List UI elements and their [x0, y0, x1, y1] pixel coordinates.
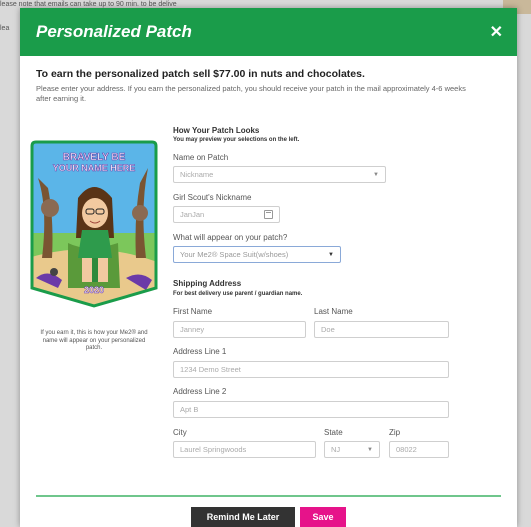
appearance-value: Your Me2® Space Suit(w/shoes) — [180, 250, 289, 259]
address2-value: Apt B — [180, 405, 199, 414]
name-on-patch-select[interactable]: Nickname ▼ — [173, 166, 386, 183]
modal-header: Personalized Patch ✕ — [20, 8, 517, 56]
city-input[interactable]: Laurel Springwoods — [173, 441, 316, 458]
first-name-label: First Name — [173, 307, 213, 316]
personalized-patch-modal: Personalized Patch ✕ To earn the persona… — [20, 8, 517, 527]
appearance-label: What will appear on your patch? — [173, 233, 288, 242]
nickname-value: JanJan — [180, 210, 205, 219]
name-on-patch-value: Nickname — [180, 170, 214, 179]
close-icon[interactable]: ✕ — [490, 22, 503, 42]
modal-title: Personalized Patch — [36, 22, 192, 41]
last-name-value: Doe — [321, 325, 335, 334]
last-name-label: Last Name — [314, 307, 353, 316]
address2-input[interactable]: Apt B — [173, 401, 449, 418]
patch-illustration: BRAVELY BE YOUR NAME HERE 2020 — [30, 140, 158, 308]
background-notice-line-2: lea — [0, 25, 10, 32]
nickname-label: Girl Scout's Nickname — [173, 193, 252, 202]
appearance-select[interactable]: Your Me2® Space Suit(w/shoes) ▼ — [173, 246, 341, 263]
patch-preview-image: BRAVELY BE YOUR NAME HERE 2020 — [28, 138, 160, 310]
intro-headline: To earn the personalized patch sell $77.… — [36, 68, 365, 80]
nickname-input[interactable]: JanJan — [173, 206, 280, 223]
background-notice-line: lease note that emails can take up to 90… — [0, 1, 177, 8]
name-on-patch-label: Name on Patch — [173, 153, 229, 162]
footer-divider — [36, 495, 501, 497]
zip-label: Zip — [389, 428, 401, 437]
patch-form: How Your Patch Looks You may preview you… — [173, 126, 473, 458]
patch-preview-panel: BRAVELY BE YOUR NAME HERE 2020 If you ea… — [26, 138, 162, 353]
chevron-down-icon: ▼ — [328, 251, 334, 258]
city-label: City — [173, 428, 187, 437]
save-button[interactable]: Save — [300, 507, 346, 527]
address1-label: Address Line 1 — [173, 347, 227, 356]
state-label: State — [324, 428, 343, 437]
state-select[interactable]: NJ ▼ — [324, 441, 380, 458]
patch-top-line2: YOUR NAME HERE — [53, 163, 136, 173]
shipping-title: Shipping Address — [173, 279, 242, 288]
chevron-down-icon: ▼ — [373, 171, 379, 178]
patch-caption: If you earn it, this is how your Me2® an… — [40, 330, 148, 351]
state-value: NJ — [331, 445, 341, 454]
shipping-subtitle: For best delivery use parent / guardian … — [173, 291, 303, 297]
remind-me-later-button[interactable]: Remind Me Later — [191, 507, 295, 527]
city-value: Laurel Springwoods — [180, 445, 247, 454]
last-name-input[interactable]: Doe — [314, 321, 449, 338]
intro-section: To earn the personalized patch sell $77.… — [20, 56, 517, 104]
intro-body: Please enter your address. If you earn t… — [36, 84, 466, 103]
calendar-icon — [264, 210, 273, 219]
address1-input[interactable]: 1234 Demo Street — [173, 361, 449, 378]
patch-top-line1: BRAVELY BE — [63, 152, 126, 163]
zip-input[interactable]: 08022 — [389, 441, 449, 458]
chevron-down-icon: ▼ — [367, 446, 373, 453]
patch-year: 2020 — [84, 285, 104, 295]
address2-label: Address Line 2 — [173, 387, 227, 396]
patch-section-title: How Your Patch Looks — [173, 126, 260, 135]
first-name-value: Janney — [180, 325, 205, 334]
patch-section-subtitle: You may preview your selections on the l… — [173, 137, 300, 143]
zip-value: 08022 — [396, 445, 417, 454]
address1-value: 1234 Demo Street — [180, 365, 241, 374]
first-name-input[interactable]: Janney — [173, 321, 306, 338]
